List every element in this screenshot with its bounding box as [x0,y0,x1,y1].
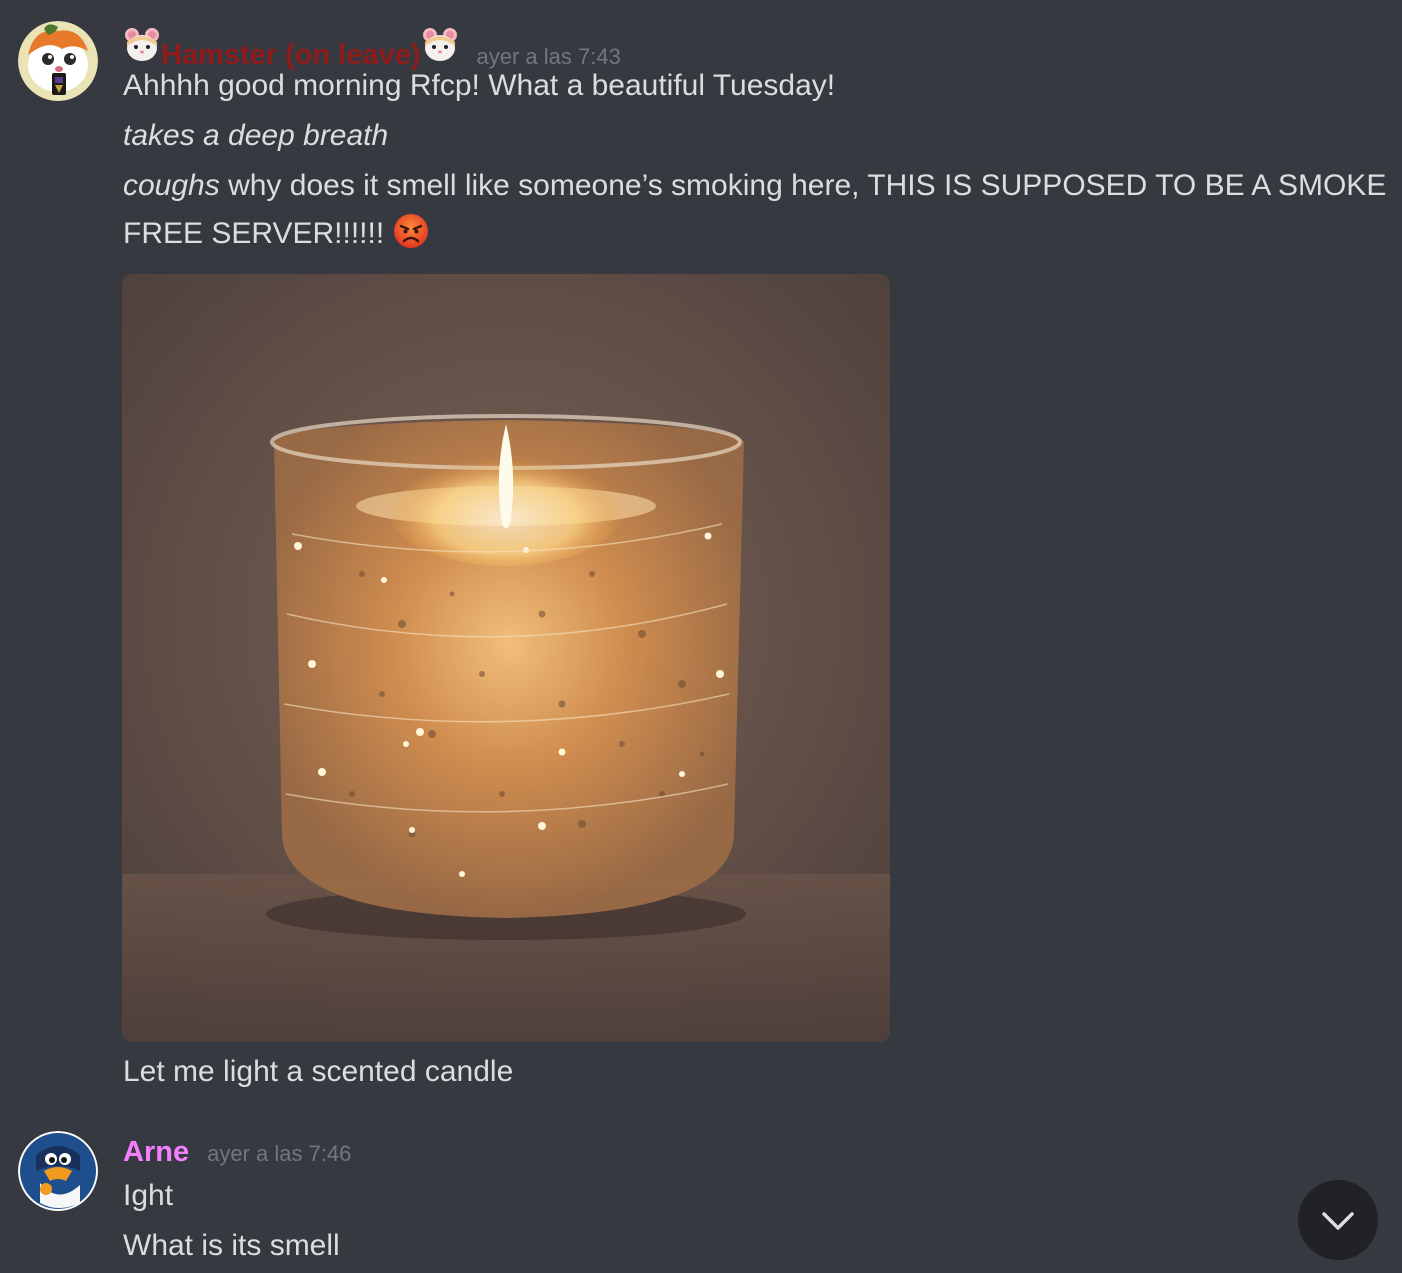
candle-image[interactable] [122,274,890,1042]
chevron-down-icon [1318,1200,1358,1240]
italic-text: takes a deep breath [123,119,389,152]
hamster-face-icon [123,26,161,64]
message-text: coughs why does it smell like someone’s … [123,162,1386,210]
username[interactable]: Arne [123,1136,189,1169]
message-header: Hamster (on leave) ayer a las 7:43 [123,26,621,71]
angry-face-icon [393,213,429,249]
timestamp: ayer a las 7:46 [207,1141,352,1166]
message-header: Arne ayer a las 7:46 [123,1136,351,1176]
message-text-span: FREE SERVER!!!!!! [123,217,393,250]
italic-text: coughs [123,169,220,202]
avatar-arne[interactable] [18,1131,98,1211]
hamster-face-icon [421,26,459,64]
jump-to-present-button[interactable] [1298,1180,1378,1260]
message-text: What is its smell [123,1229,340,1262]
message-text: Let me light a scented candle [123,1055,514,1088]
message-text: FREE SERVER!!!!!! [123,210,429,258]
message-text: takes a deep breath [123,112,388,160]
avatar-hamster[interactable] [18,21,98,101]
message-text-span: why does it smell like someone’s smoking… [219,169,1387,202]
message-text: Ight [123,1179,174,1212]
message-text: Ahhhh good morning Rfcp! What a beautifu… [123,69,836,102]
